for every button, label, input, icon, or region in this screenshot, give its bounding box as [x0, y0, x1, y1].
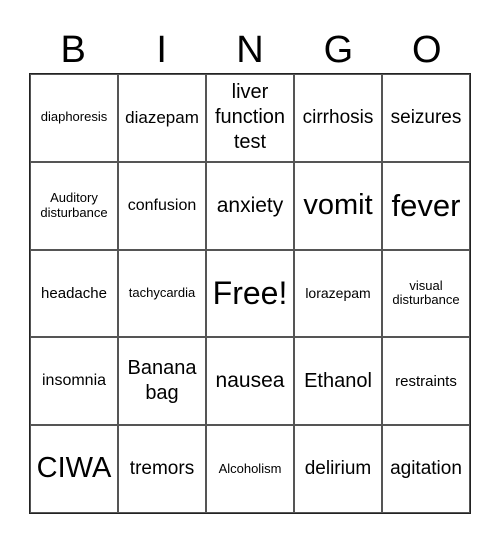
bingo-cell[interactable]: CIWA	[30, 425, 118, 513]
bingo-cell[interactable]: headache	[30, 249, 118, 338]
bingo-cell[interactable]: diazepam	[118, 74, 206, 162]
bingo-cell[interactable]: fever	[382, 161, 470, 250]
bingo-cell[interactable]: tremors	[118, 425, 206, 513]
bingo-cell[interactable]: Alcoholism	[206, 425, 294, 513]
bingo-cell[interactable]: seizures	[382, 74, 470, 162]
bingo-cell[interactable]: Ethanol	[294, 337, 382, 426]
header-letter-b: B	[60, 29, 86, 71]
bingo-cell[interactable]: diaphoresis	[30, 74, 118, 162]
header-letter-n: N	[236, 29, 264, 71]
bingo-cell[interactable]: tachycardia	[118, 249, 206, 338]
bingo-cell[interactable]: restraints	[382, 337, 470, 426]
bingo-cell[interactable]: insomnia	[30, 337, 118, 426]
bingo-cell[interactable]: confusion	[118, 161, 206, 250]
header-letter-g: G	[323, 29, 354, 71]
bingo-cell[interactable]: lorazepam	[294, 249, 382, 338]
bingo-cell-free[interactable]: Free!	[206, 249, 294, 338]
bingo-cell[interactable]: anxiety	[206, 161, 294, 250]
bingo-cell[interactable]: vomit	[294, 161, 382, 250]
header-letter-i: I	[156, 29, 167, 71]
bingo-cell[interactable]: Banana bag	[118, 337, 206, 426]
bingo-cell[interactable]: nausea	[206, 337, 294, 426]
bingo-cell[interactable]: cirrhosis	[294, 74, 382, 162]
header-letter-o: O	[412, 29, 442, 71]
bingo-cell[interactable]: liver function test	[206, 74, 294, 162]
bingo-header: B I N G O	[29, 28, 471, 73]
bingo-cell[interactable]: Auditory disturbance	[30, 161, 118, 250]
bingo-cell[interactable]: visual disturbance	[382, 249, 470, 338]
bingo-cell[interactable]: delirium	[294, 425, 382, 513]
bingo-grid: diaphoresis diazepam liver function test…	[29, 73, 471, 514]
bingo-cell[interactable]: agitation	[382, 425, 470, 513]
